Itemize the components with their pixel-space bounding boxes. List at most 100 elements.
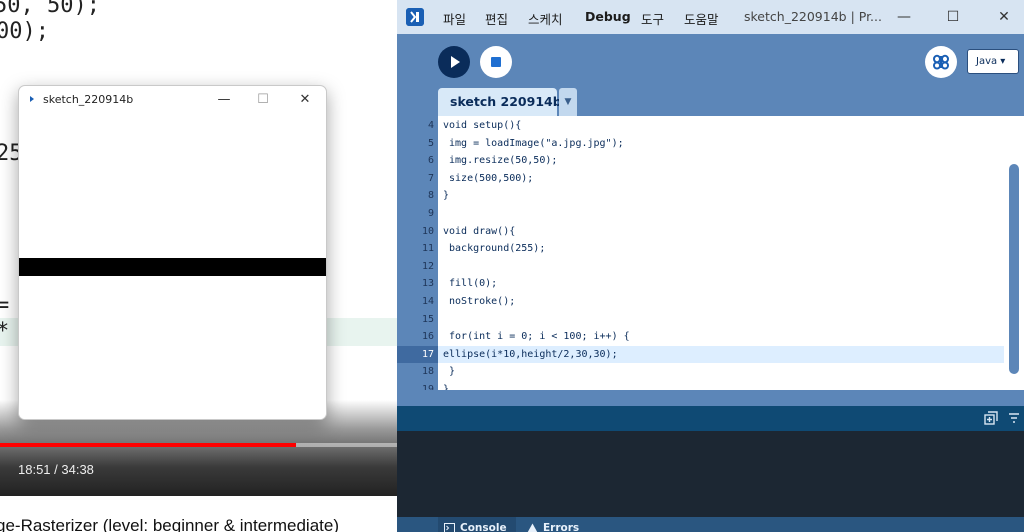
processing-app-icon (30, 96, 34, 102)
code-text: background(255); (443, 243, 546, 255)
code-line[interactable]: 9 (397, 205, 1024, 223)
line-number: 9 (427, 208, 434, 219)
console-output[interactable] (397, 431, 1024, 517)
line-number: 12 (421, 260, 434, 272)
code-line[interactable]: 10 void draw(){ (397, 223, 1024, 241)
mode-selector[interactable]: Java ▾ (967, 49, 1019, 74)
code-line[interactable]: 6 img.resize(50,50); (397, 152, 1024, 170)
console-header (397, 406, 1024, 431)
menu-file[interactable]: 파일 (443, 9, 466, 28)
console-menu-icon[interactable] (1007, 411, 1021, 425)
sketch-window[interactable]: sketch_220914b — ☐ ✕ (18, 85, 327, 420)
code-line[interactable]: 16 for(int i = 0; i < 100; i++) { (397, 328, 1024, 346)
code-line[interactable]: 14 noStroke(); (397, 293, 1024, 311)
tab-console-label: Console (460, 522, 507, 532)
code-line[interactable]: 11 background(255); (397, 240, 1024, 258)
code-text: noStroke(); (443, 296, 516, 307)
sketch-canvas (19, 114, 326, 419)
line-number: 14 (421, 296, 434, 307)
ellipse-row (19, 258, 326, 276)
line-number: 16 (421, 331, 434, 343)
editor-scrollbar-thumb[interactable] (1009, 164, 1019, 374)
code-line[interactable]: 12 (397, 258, 1024, 276)
ide-titlebar[interactable]: 파일 편집 스케치 Debug 도구 도움말 sketch_220914b | … (397, 0, 1024, 34)
processing-ide: 파일 편집 스케치 Debug 도구 도움말 sketch_220914b | … (397, 0, 1024, 532)
tab-menu-button[interactable]: ▼ (559, 88, 577, 116)
line-number: 7 (427, 172, 434, 184)
ide-close-button[interactable]: ✕ (989, 6, 1019, 28)
copy-icon[interactable] (984, 411, 998, 425)
code-line[interactable]: 7 size(500,500); (397, 170, 1024, 188)
line-number: 10 (421, 225, 434, 237)
code-text: fill(0); (443, 278, 498, 290)
code-text: void draw(){ (443, 225, 516, 237)
maximize-button[interactable]: ☐ (249, 90, 277, 110)
minimize-button[interactable]: — (210, 90, 238, 110)
tab-errors[interactable]: Errors (521, 517, 591, 532)
sketch-titlebar[interactable]: sketch_220914b — ☐ ✕ (19, 86, 326, 114)
code-text: img.resize(50,50); (443, 155, 558, 167)
line-number: 6 (427, 155, 434, 167)
code-text: size(500,500); (443, 172, 534, 184)
line-number: 4 (427, 120, 434, 131)
code-line[interactable]: 15 (397, 311, 1024, 329)
debugger-button[interactable] (925, 46, 957, 78)
code-line[interactable]: 19} (397, 381, 1024, 390)
processing-logo-icon (406, 8, 424, 26)
ide-minimize-button[interactable]: — (889, 6, 919, 28)
ide-toolbar: Java ▾ (397, 34, 1024, 88)
bg-code-line-4: = (0, 293, 10, 318)
butterfly-icon (933, 54, 949, 70)
video-time: 18:51 / 34:38 (18, 462, 94, 477)
line-number: 18 (421, 366, 434, 378)
menu-edit[interactable]: 편집 (485, 9, 508, 28)
code-line[interactable]: 4 void setup(){ (397, 117, 1024, 135)
menu-tools[interactable]: 도구 (641, 9, 664, 28)
ide-window-title: sketch_220914b | Pr... (744, 9, 882, 24)
bg-code-line-5: * (0, 318, 9, 346)
line-number: 17 (397, 345, 438, 364)
run-button[interactable] (438, 46, 470, 78)
stop-icon (491, 57, 501, 67)
code-line[interactable]: 13 fill(0); (397, 275, 1024, 293)
line-number: 13 (421, 278, 434, 290)
line-number: 5 (427, 137, 434, 149)
code-line[interactable]: 17 ellipse(i*10,height/2,30,30); (397, 345, 1024, 364)
console-divider[interactable] (397, 390, 1024, 406)
tab-sketch[interactable]: sketch 220914b (438, 88, 562, 116)
code-editor[interactable]: 4 void setup(){ 5 img = loadImage("a.jpg.j… (397, 116, 1024, 390)
bg-code-line-1: 50, 50); (0, 0, 100, 18)
code-text: for(int i = 0; i < 100; i++) { (443, 331, 630, 343)
stop-button[interactable] (480, 46, 512, 78)
code-line[interactable]: 8} (397, 187, 1024, 205)
bg-code-line-2: 00); (0, 19, 49, 44)
code-text: } (443, 366, 456, 378)
close-button[interactable]: ✕ (291, 90, 319, 110)
line-number: 15 (421, 313, 434, 325)
warning-icon (527, 523, 538, 532)
video-progress-bar[interactable] (0, 443, 397, 447)
menu-debug[interactable]: Debug (585, 9, 631, 24)
video-caption: ge-Rasterizer (level: beginner & interme… (0, 516, 339, 532)
editor-tabbar: sketch 220914b ▼ (397, 88, 1024, 116)
code-text: } (443, 190, 450, 202)
code-text: } (443, 384, 450, 390)
play-icon (451, 56, 460, 68)
menu-help[interactable]: 도움말 (684, 9, 719, 28)
code-line[interactable]: 5 img = loadImage("a.jpg.jpg"); (397, 135, 1024, 153)
video-progress-fill (0, 443, 296, 447)
bottom-tabbar: Console Errors (397, 517, 1024, 532)
tab-console[interactable]: Console (438, 517, 516, 532)
console-icon (444, 523, 455, 532)
code-text: ellipse(i*10,height/2,30,30); (443, 348, 618, 360)
ide-maximize-button[interactable]: ☐ (938, 6, 968, 28)
code-text: img = loadImage("a.jpg.jpg"); (443, 137, 624, 149)
menu-sketch[interactable]: 스케치 (528, 9, 563, 28)
line-number: 11 (421, 243, 434, 255)
sketch-window-title: sketch_220914b (43, 93, 134, 106)
code-line[interactable]: 18 } (397, 363, 1024, 381)
line-number: 8 (427, 190, 434, 202)
line-number: 19 (421, 384, 434, 390)
tab-errors-label: Errors (543, 522, 580, 532)
code-text: void setup(){ (443, 120, 522, 131)
